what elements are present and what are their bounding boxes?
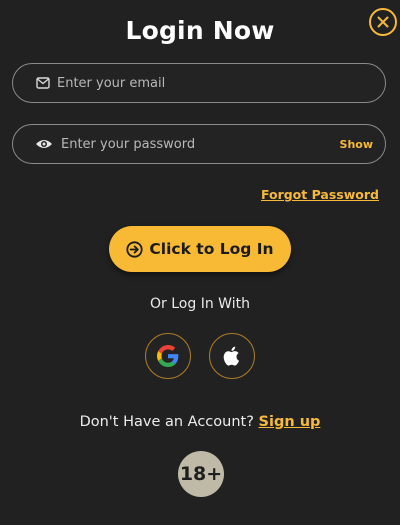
page-title: Login Now [125, 16, 275, 45]
apple-icon [223, 346, 239, 366]
signup-row: Don't Have an Account? Sign up [0, 414, 400, 430]
apple-login-button[interactable] [209, 333, 255, 379]
google-login-button[interactable] [145, 333, 191, 379]
password-field[interactable]: Show [12, 124, 386, 164]
social-login-label: Or Log In With [150, 296, 250, 312]
google-icon [157, 345, 179, 367]
envelope-icon [35, 75, 51, 91]
signup-prompt: Don't Have an Account? [79, 414, 254, 430]
forgot-password-link[interactable]: Forgot Password [261, 187, 379, 202]
login-modal: Login Now Show Forgot Password [0, 0, 400, 525]
show-password-button[interactable]: Show [340, 138, 373, 151]
signup-link[interactable]: Sign up [259, 414, 321, 430]
login-button-label: Click to Log In [149, 240, 274, 258]
email-field[interactable] [12, 63, 386, 103]
login-button[interactable]: Click to Log In [109, 226, 291, 272]
arrow-circle-right-icon [126, 240, 144, 258]
email-input[interactable] [57, 75, 385, 91]
age-restriction-badge: 18+ [178, 451, 224, 497]
password-input[interactable] [61, 136, 340, 152]
eye-icon [35, 136, 53, 152]
